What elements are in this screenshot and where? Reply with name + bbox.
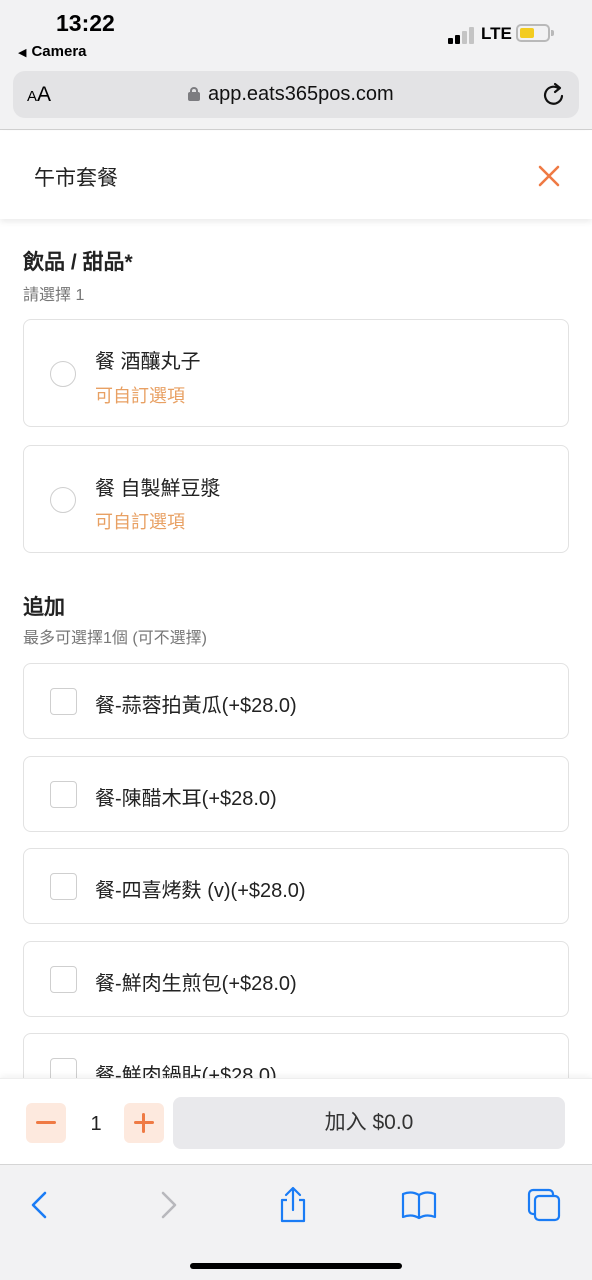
section-subtitle-drinks: 請選擇 1 xyxy=(23,287,85,304)
browser-toolbar xyxy=(0,1164,592,1280)
option-customizable-label: 可自訂選項 xyxy=(95,512,185,532)
addon-checkbox[interactable] xyxy=(50,688,77,715)
address-bar[interactable]: AA app.eats365pos.com xyxy=(13,71,579,118)
plus-icon[interactable] xyxy=(124,1103,164,1143)
addon-card[interactable]: 餐-陳醋木耳(+$28.0) xyxy=(23,756,569,832)
tabs-icon[interactable] xyxy=(524,1185,564,1225)
option-radio[interactable] xyxy=(50,487,76,513)
back-triangle-icon: ◀ xyxy=(18,47,27,59)
battery-icon xyxy=(516,24,554,42)
url-text[interactable]: app.eats365pos.com xyxy=(208,83,394,106)
option-card[interactable]: 餐 自製鮮豆漿 可自訂選項 xyxy=(23,445,569,553)
quantity-value: 1 xyxy=(90,1113,102,1135)
addon-name: 餐-四喜烤麩 (v)(+$28.0) xyxy=(95,880,306,902)
battery-level xyxy=(520,28,534,38)
home-indicator xyxy=(190,1263,402,1269)
section-title-addons: 追加 xyxy=(23,596,65,619)
modal-title: 午市套餐 xyxy=(34,167,118,190)
forward-icon xyxy=(161,1191,177,1219)
bookmarks-icon[interactable] xyxy=(399,1185,439,1225)
add-to-cart-bar: 1 加入 $0.0 xyxy=(0,1078,592,1164)
addon-card[interactable]: 餐-四喜烤麩 (v)(+$28.0) xyxy=(23,848,569,924)
lock-icon xyxy=(188,87,200,101)
addon-checkbox[interactable] xyxy=(50,966,77,993)
section-subtitle-addons: 最多可選擇1個 (可不選擇) xyxy=(23,630,208,647)
browser-address-area: AA app.eats365pos.com xyxy=(0,66,592,130)
addon-card[interactable]: 餐-蒜蓉拍黃瓜(+$28.0) xyxy=(23,663,569,739)
back-app-label: Camera xyxy=(31,43,87,60)
addon-checkbox[interactable] xyxy=(50,781,77,808)
option-name: 餐 酒釀丸子 xyxy=(95,351,201,373)
addon-checkbox[interactable] xyxy=(50,873,77,900)
addon-card[interactable]: 餐-鮮肉生煎包(+$28.0) xyxy=(23,941,569,1017)
option-name: 餐 自製鮮豆漿 xyxy=(95,478,221,500)
status-time: 13:22 xyxy=(56,10,115,36)
section-title-drinks: 飲品 / 甜品* xyxy=(23,251,133,274)
close-icon[interactable] xyxy=(536,163,562,189)
addon-name: 餐-鮮肉生煎包(+$28.0) xyxy=(95,973,297,995)
signal-icon xyxy=(448,26,476,44)
addon-name: 餐-陳醋木耳(+$28.0) xyxy=(95,788,277,810)
back-icon[interactable] xyxy=(20,1185,60,1225)
add-to-cart-button[interactable]: 加入 $0.0 xyxy=(173,1097,565,1149)
option-customizable-label: 可自訂選項 xyxy=(95,386,185,406)
option-radio[interactable] xyxy=(50,361,76,387)
status-bar: 13:22 ◀ Camera LTE xyxy=(0,0,592,66)
network-type: LTE xyxy=(481,24,512,43)
modal-header: 午市套餐 xyxy=(0,131,592,219)
addon-name: 餐-蒜蓉拍黃瓜(+$28.0) xyxy=(95,695,297,717)
share-icon[interactable] xyxy=(273,1185,313,1225)
back-to-app-link[interactable]: ◀ Camera xyxy=(18,43,87,60)
minus-icon[interactable] xyxy=(26,1103,66,1143)
text-size-button[interactable]: AA xyxy=(27,83,51,107)
reload-icon[interactable] xyxy=(541,82,567,108)
option-card[interactable]: 餐 酒釀丸子 可自訂選項 xyxy=(23,319,569,427)
